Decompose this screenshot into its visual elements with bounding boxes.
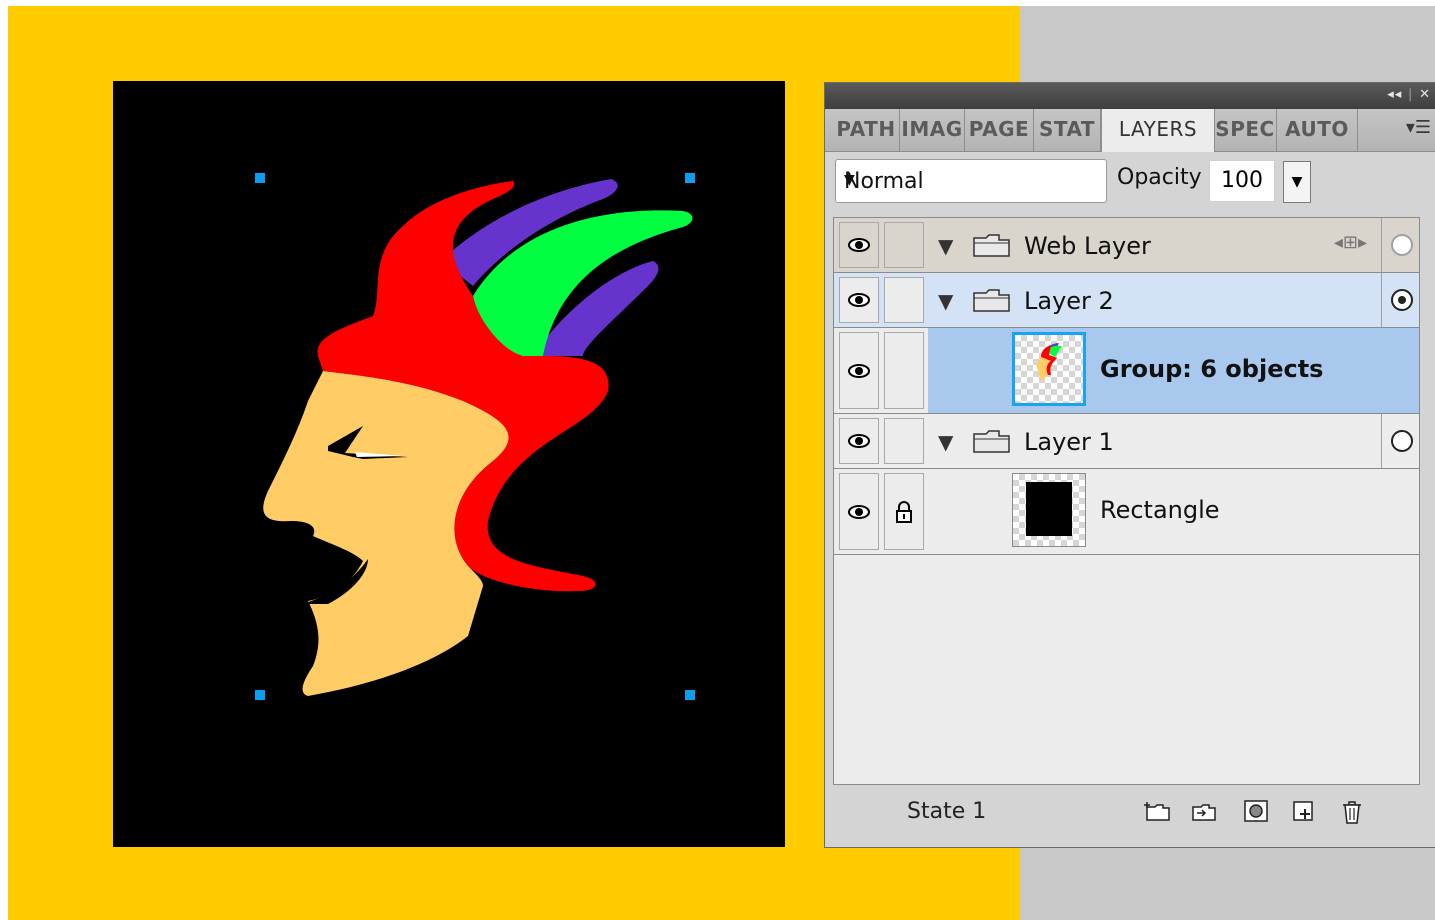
visibility-toggle[interactable] xyxy=(839,222,879,268)
chevron-down-icon: ▼ xyxy=(844,172,855,188)
tab-path[interactable]: PATH xyxy=(833,109,900,151)
close-icon[interactable]: ✕ xyxy=(1419,87,1431,102)
rectangle-thumbnail xyxy=(1012,473,1086,547)
lock-toggle[interactable] xyxy=(884,473,924,550)
document-canvas[interactable] xyxy=(113,81,785,847)
layer-row-layer-2[interactable]: ▼ Layer 2 xyxy=(834,273,1419,328)
layer-name: Layer 1 xyxy=(1024,428,1114,456)
eye-icon xyxy=(848,504,870,519)
eye-icon xyxy=(848,434,870,448)
trash-icon[interactable] xyxy=(1339,799,1367,825)
add-mask-icon[interactable] xyxy=(1243,799,1271,823)
visibility-toggle[interactable] xyxy=(839,473,879,550)
layer-row-layer-1[interactable]: ▼ Layer 1 xyxy=(834,414,1419,469)
folder-icon xyxy=(973,430,1010,453)
expand-triangle-icon[interactable]: ▼ xyxy=(938,289,953,313)
blend-mode-select[interactable]: Normal ▼ xyxy=(835,159,1107,203)
layers-panel: ◂◂ | ✕ PATH IMAG PAGE STAT LAYERS SPEC A… xyxy=(824,82,1435,848)
visibility-toggle[interactable] xyxy=(839,332,879,409)
black-rectangle-preview xyxy=(1026,482,1072,536)
layer-name: Layer 2 xyxy=(1024,287,1114,315)
tab-layers[interactable]: LAYERS xyxy=(1101,109,1215,152)
jester-thumbnail-icon xyxy=(1036,343,1062,381)
eye-icon xyxy=(848,293,870,307)
new-layer-icon[interactable] xyxy=(1291,799,1319,823)
row-content: Rectangle xyxy=(928,469,1419,554)
column-divider xyxy=(1381,218,1382,272)
opacity-label: Opacity xyxy=(1117,165,1202,190)
panel-footer: State 1 xyxy=(825,795,1435,847)
lock-toggle[interactable] xyxy=(884,418,924,464)
lock-toggle[interactable] xyxy=(884,332,924,409)
tab-special-characters[interactable]: SPEC xyxy=(1214,109,1277,151)
row-content: ▼ Layer 1 xyxy=(928,414,1419,468)
share-layer-icon[interactable] xyxy=(1189,799,1217,823)
lock-icon xyxy=(896,500,912,523)
selection-handle-top-right[interactable] xyxy=(685,173,695,183)
layer-list: ▼ Web Layer ◂⊞▸ ▼ Layer 2 Group: 6 objec… xyxy=(833,217,1420,785)
tab-pages[interactable]: PAGE xyxy=(965,109,1034,151)
current-layer-radio[interactable] xyxy=(1391,289,1413,311)
jester-artwork[interactable] xyxy=(113,81,785,847)
tab-states[interactable]: STAT xyxy=(1034,109,1101,151)
row-content: Group: 6 objects xyxy=(928,328,1419,413)
expand-triangle-icon[interactable]: ▼ xyxy=(938,234,953,258)
expand-triangle-icon[interactable]: ▼ xyxy=(938,430,953,454)
state-label: State 1 xyxy=(907,799,987,824)
column-divider xyxy=(1381,273,1382,327)
folder-icon xyxy=(973,234,1010,257)
current-layer-radio[interactable] xyxy=(1391,430,1413,452)
panel-titlebar[interactable]: ◂◂ | ✕ xyxy=(825,83,1435,109)
opacity-dropdown-button[interactable]: ▼ xyxy=(1283,161,1311,203)
group-thumbnail xyxy=(1012,332,1086,406)
titlebar-controls: ◂◂ | ✕ xyxy=(1387,87,1431,102)
chevron-down-icon: ▼ xyxy=(1291,174,1303,190)
lock-toggle[interactable] xyxy=(884,277,924,323)
tab-image[interactable]: IMAG xyxy=(900,109,965,151)
row-content: ▼ Web Layer ◂⊞▸ xyxy=(928,218,1419,272)
web-layer-icon: ◂⊞▸ xyxy=(1333,232,1367,253)
folder-icon xyxy=(973,289,1010,312)
tab-auto-shape[interactable]: AUTO xyxy=(1277,109,1358,151)
layer-row-group[interactable]: Group: 6 objects xyxy=(834,328,1419,414)
eye-icon xyxy=(848,238,870,252)
layer-name: Rectangle xyxy=(1100,496,1220,524)
visibility-toggle[interactable] xyxy=(839,418,879,464)
layer-row-rectangle[interactable]: Rectangle xyxy=(834,469,1419,555)
new-sub-layer-icon[interactable] xyxy=(1143,799,1171,823)
column-divider xyxy=(1381,414,1382,468)
eye-icon xyxy=(848,363,870,378)
opacity-input[interactable]: 100 xyxy=(1209,160,1275,202)
selection-handle-bottom-right[interactable] xyxy=(685,690,695,700)
layer-name: Web Layer xyxy=(1024,232,1151,260)
row-content: ▼ Layer 2 xyxy=(928,273,1419,327)
separator: | xyxy=(1407,87,1414,102)
panel-menu-icon[interactable]: ▾☰ xyxy=(1406,117,1431,138)
layer-name: Group: 6 objects xyxy=(1100,355,1324,383)
selection-handle-top-left[interactable] xyxy=(255,173,265,183)
panel-tabs: PATH IMAG PAGE STAT LAYERS SPEC AUTO ▾☰ xyxy=(825,109,1435,152)
selection-handle-bottom-left[interactable] xyxy=(255,690,265,700)
collapse-icon[interactable]: ◂◂ xyxy=(1387,87,1402,102)
layer-row-web-layer[interactable]: ▼ Web Layer ◂⊞▸ xyxy=(834,218,1419,273)
current-layer-radio[interactable] xyxy=(1391,234,1413,256)
visibility-toggle[interactable] xyxy=(839,277,879,323)
lock-toggle[interactable] xyxy=(884,222,924,268)
